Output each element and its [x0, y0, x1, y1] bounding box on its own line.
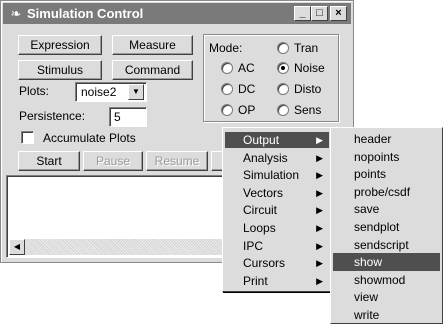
simulation-app-icon[interactable]: ❧: [8, 6, 24, 21]
accumulate-plots-checkbox[interactable]: [21, 131, 34, 144]
submenu-item-label: header: [354, 132, 392, 146]
menu-item-print[interactable]: Print ▶: [225, 273, 329, 289]
maximize-button[interactable]: □: [311, 6, 328, 21]
submenu-item-points[interactable]: points: [333, 165, 440, 183]
accumulate-plots-label: Accumulate Plots: [43, 131, 136, 145]
plots-select-value: noise2: [81, 85, 117, 99]
submenu-item-header[interactable]: header: [333, 130, 440, 148]
chevron-down-icon[interactable]: ▼: [128, 84, 144, 100]
submenu-item-label: save: [354, 202, 380, 217]
menu-item-vectors[interactable]: Vectors ▶: [225, 185, 329, 201]
menu-item-analysis[interactable]: Analysis ▶: [225, 150, 329, 166]
menu-item-label: Loops: [243, 221, 276, 235]
menu-item-cursors[interactable]: Cursors ▶: [225, 255, 329, 271]
resume-button[interactable]: Resume: [146, 151, 208, 171]
menu-item-label: Vectors: [243, 185, 284, 200]
submenu-item-label: showmod: [354, 272, 406, 287]
mode-label: Mode:: [209, 41, 243, 55]
mode-sens-radio[interactable]: [277, 104, 289, 116]
persistence-label: Persistence:: [19, 109, 86, 123]
plots-select[interactable]: noise2 ▼: [75, 82, 147, 102]
submenu-item-label: points: [354, 167, 387, 182]
submenu-item-probe-csdf[interactable]: probe/csdf: [333, 183, 440, 201]
submenu-item-label: show: [354, 255, 383, 270]
submenu-item-label: sendscript: [354, 237, 409, 252]
menu-item-label: Simulation: [243, 168, 300, 183]
mode-op-label: OP: [238, 103, 256, 117]
start-button[interactable]: Start: [18, 151, 80, 171]
submenu-item-label: probe/csdf: [354, 184, 411, 199]
submenu-arrow-icon: ▶: [316, 205, 323, 216]
submenu-item-view[interactable]: view: [333, 288, 440, 306]
mode-noise-radio[interactable]: [277, 62, 289, 74]
persistence-value: 5: [114, 110, 121, 124]
title-bar[interactable]: ❧ Simulation Control _ □ ×: [3, 3, 351, 24]
output-submenu: header nopoints points probe/csdf save sendpl…: [330, 127, 443, 324]
menu-item-circuit[interactable]: Circuit ▶: [225, 202, 329, 218]
submenu-arrow-icon: ▶: [316, 258, 323, 269]
menu-item-loops[interactable]: Loops ▶: [225, 220, 329, 236]
submenu-arrow-icon: ▶: [316, 187, 323, 198]
menu-item-label: Analysis: [243, 150, 288, 165]
menu-item-output[interactable]: Output ▶: [225, 132, 329, 148]
mode-disto-radio[interactable]: [277, 83, 289, 95]
mode-sens-label: Sens: [294, 103, 322, 117]
menu-item-label: Output: [243, 133, 280, 147]
mode-dc-radio[interactable]: [221, 83, 233, 95]
submenu-item-nopoints[interactable]: nopoints: [333, 148, 440, 166]
persistence-input[interactable]: 5: [109, 107, 147, 127]
submenu-item-label: sendplot: [354, 220, 400, 234]
mode-group: Mode: Tran AC Noise DC Disto OP Sens: [203, 34, 339, 122]
scroll-left-icon[interactable]: ◀: [9, 239, 25, 255]
stimulus-button[interactable]: Stimulus: [18, 60, 102, 80]
submenu-item-show[interactable]: show: [333, 253, 440, 272]
mode-dc-label: DC: [238, 82, 256, 96]
submenu-item-write[interactable]: write: [333, 306, 440, 324]
submenu-arrow-icon: ▶: [316, 135, 323, 145]
submenu-arrow-icon: ▶: [316, 152, 323, 163]
submenu-arrow-icon: ▶: [316, 275, 323, 286]
submenu-arrow-icon: ▶: [316, 240, 323, 251]
mode-ac-label: AC: [238, 61, 255, 75]
menu-item-label: IPC: [243, 238, 264, 253]
pause-button[interactable]: Pause: [83, 151, 143, 171]
plots-label: Plots:: [19, 84, 50, 98]
mode-tran-radio[interactable]: [277, 42, 289, 54]
menu-item-label: Print: [243, 273, 268, 288]
submenu-item-sendscript[interactable]: sendscript: [333, 236, 440, 254]
submenu-item-sendplot[interactable]: sendplot: [333, 218, 440, 236]
mode-ac-radio[interactable]: [221, 62, 233, 74]
measure-button[interactable]: Measure: [112, 35, 193, 55]
command-button[interactable]: Command: [112, 60, 193, 80]
menu-item-label: Circuit: [243, 203, 278, 218]
minimize-button[interactable]: _: [294, 6, 311, 21]
mode-noise-label: Noise: [294, 61, 325, 75]
mode-op-radio[interactable]: [221, 104, 233, 116]
submenu-item-label: nopoints: [354, 149, 400, 164]
mode-tran-label: Tran: [294, 41, 319, 55]
context-menu: Output ▶ Analysis ▶ Simulation ▶ Vectors ▶ Circu…: [222, 127, 332, 292]
expression-button[interactable]: Expression: [18, 35, 102, 55]
submenu-arrow-icon: ▶: [316, 223, 323, 233]
menu-item-label: Cursors: [243, 256, 286, 271]
mode-disto-label: Disto: [294, 82, 322, 96]
menu-item-simulation[interactable]: Simulation ▶: [225, 167, 329, 183]
submenu-item-label: write: [354, 308, 380, 322]
close-button[interactable]: ×: [330, 6, 347, 21]
submenu-item-showmod[interactable]: showmod: [333, 271, 440, 289]
submenu-item-label: view: [354, 290, 379, 305]
submenu-arrow-icon: ▶: [316, 170, 323, 181]
window-title: Simulation Control: [27, 6, 144, 21]
submenu-item-save[interactable]: save: [333, 200, 440, 218]
menu-item-ipc[interactable]: IPC ▶: [225, 238, 329, 254]
